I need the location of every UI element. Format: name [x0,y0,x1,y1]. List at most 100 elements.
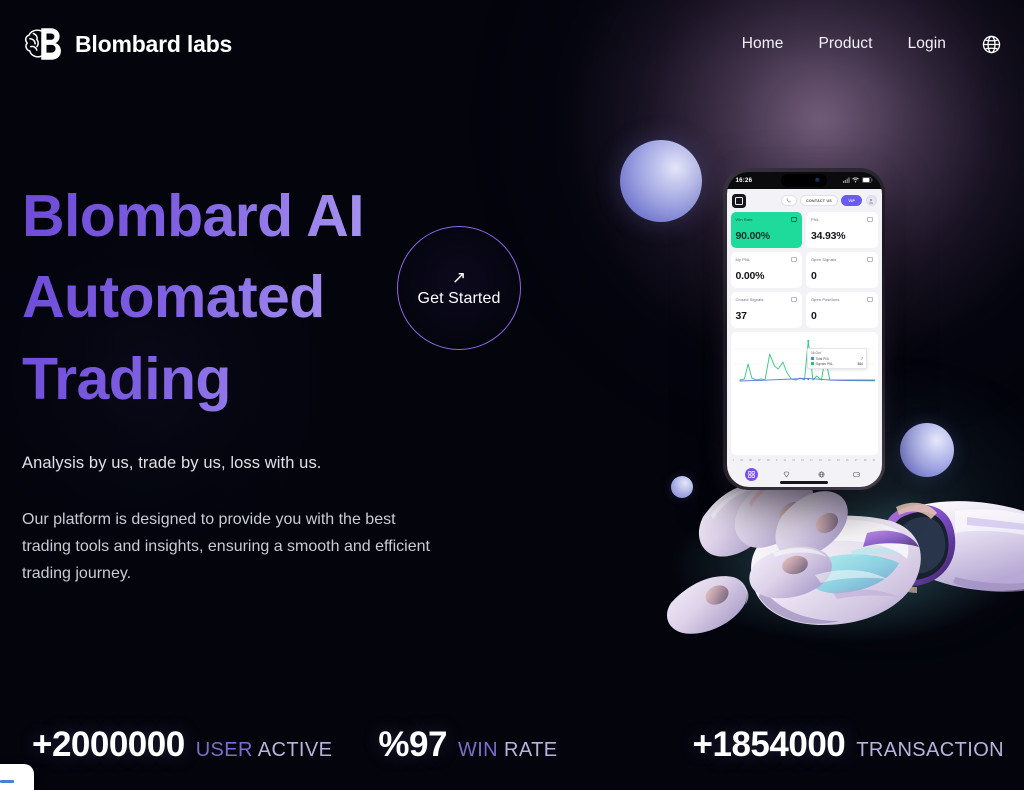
stat-card-closed-signals[interactable]: Closed Signals 37 [730,291,802,328]
brand-name: Blombard labs [75,30,233,57]
stat-card-win-rate[interactable]: Win Rate 90.00% [730,211,802,248]
app-grid-logo-icon[interactable] [731,193,746,208]
phone-notch [781,174,827,187]
battery-icon [861,177,872,183]
stat-card-grid: Win Rate 90.00% PNL 34.93% My PNL 0.00% … [730,211,878,328]
card-badge-icon [866,296,873,302]
tab-wallet[interactable] [850,468,863,481]
card-badge-icon [791,256,797,262]
stat-card-title: PNL [811,216,820,222]
stat-card-value: 0.00% [735,269,765,282]
contact-us-button[interactable]: CONTACT US [800,195,838,206]
hero-description: Our platform is designed to provide you … [22,511,430,582]
stats-bar: +2000000 USER ACTIVE %97 WIN RATE +18540… [0,722,1024,768]
x-tick: 21 [827,458,831,462]
globe-icon[interactable] [981,34,1002,55]
tab-diamond[interactable] [780,468,793,481]
home-indicator [780,481,828,484]
front-camera-icon [815,177,820,183]
get-started-button[interactable]: ↗ Get Started [397,226,521,350]
stat-card-value: 90.00% [735,229,771,242]
stat-number: %97 [378,725,447,764]
wifi-icon [852,177,859,183]
stat-card-title: Open Positions [811,296,840,302]
stat-card-open-positions[interactable]: Open Positions 0 [806,291,878,328]
app-dashboard: CONTACT US VIP Win Rate 90.00% PNL 34.93… [726,188,882,466]
card-badge-icon [866,216,873,222]
phone-mockup: 16:26 CONTACT US VIP Win Rate 90.00% PNL… [723,168,885,490]
site-header: Blombard labs Home Product Login [0,0,1024,88]
legend-swatch-total-pnl [810,357,814,360]
x-tick: 17 [810,458,813,462]
x-tick: 1 [732,458,734,462]
card-badge-icon [866,256,873,262]
x-tick: 11 [783,458,786,462]
stat-card-title: Open Signals [811,256,837,262]
status-time: 16:26 [735,176,753,184]
chat-widget[interactable] [0,764,34,790]
stat-number: +1854000 [692,725,846,764]
card-badge-icon [791,216,797,222]
card-badge-icon [791,296,797,302]
x-tick: 23 [836,458,840,462]
tooltip-row: Signals PNL $44 [810,361,863,366]
stat-label: WIN RATE [457,739,558,761]
stat-card-value: 37 [735,309,747,322]
phone-frame: 16:26 CONTACT US VIP Win Rate 90.00% PNL… [723,168,885,490]
tooltip-date: 16 Oct [810,351,821,355]
x-tick: 29 [863,458,867,462]
stat-card-open-signals[interactable]: Open Signals 0 [806,251,878,288]
tooltip-label: Signals PNL [815,361,834,366]
tooltip-row: Total PNL 7 [810,356,863,361]
app-toolbar-actions: CONTACT US VIP [780,195,877,206]
phone-screen: 16:26 CONTACT US VIP Win Rate 90.00% PNL… [726,171,882,487]
get-started-label: Get Started [417,289,501,307]
pnl-line-chart[interactable]: 16 Oct Total PNL 7 Signals PNL $44 [730,331,878,455]
stat-card-my-pnl[interactable]: My PNL 0.00% [730,251,802,288]
stat-card-value: 34.93% [811,229,846,242]
x-tick: 09 [766,458,770,462]
user-avatar-icon[interactable] [865,195,877,206]
app-tab-bar [726,465,882,487]
stat-number: +2000000 [32,725,185,764]
x-tick: 13 [792,458,795,462]
stat-user-active: +2000000 USER ACTIVE [32,725,332,765]
hero-tagline: Analysis by us, trade by us, loss with u… [22,454,322,473]
tab-globe[interactable] [815,468,828,481]
tab-dashboard[interactable] [744,468,758,481]
x-tick: 31 [872,458,876,462]
main-navigation: Home Product Login [742,34,1002,55]
x-tick: 15 [801,458,804,462]
stat-card-title: Closed Signals [735,296,764,302]
stat-card-title: Win Rate [735,216,753,222]
x-tick: 05 [749,458,752,462]
brand-logo[interactable]: Blombard labs [22,23,232,65]
nav-item-product[interactable]: Product [818,35,872,53]
status-icons [842,177,873,183]
nav-item-login[interactable]: Login [908,35,946,53]
phone-icon[interactable] [780,195,797,206]
chart-x-axis: 1 03 05 07 09 0 11 13 15 17 19 21 23 25 … [731,459,878,462]
chat-widget-bar-icon [0,780,14,783]
tooltip-value: $44 [857,361,863,366]
phone-status-bar: 16:26 [726,171,882,189]
x-tick: 19 [819,458,822,462]
arrow-up-right-icon: ↗ [451,267,467,287]
legend-swatch-signals-pnl [810,362,814,365]
vip-button[interactable]: VIP [841,195,862,206]
stat-card-value: 0 [811,269,817,282]
stat-label: USER ACTIVE [195,739,333,761]
stat-win-rate: %97 WIN RATE [378,725,557,765]
app-toolbar: CONTACT US VIP [731,193,878,208]
x-tick: 0 [775,458,778,462]
stat-transaction: +1854000 TRANSACTION [693,725,1004,765]
stat-card-pnl[interactable]: PNL 34.93% [806,211,878,248]
cellular-signal-icon [842,177,850,183]
decorative-sphere-large [620,140,702,222]
stat-label: TRANSACTION [856,739,1004,761]
x-tick: 07 [757,458,761,462]
tooltip-label: Total PNL [815,356,830,361]
chart-tooltip: 16 Oct Total PNL 7 Signals PNL $44 [806,347,867,369]
tooltip-value: 7 [861,356,863,361]
nav-item-home[interactable]: Home [742,35,784,53]
